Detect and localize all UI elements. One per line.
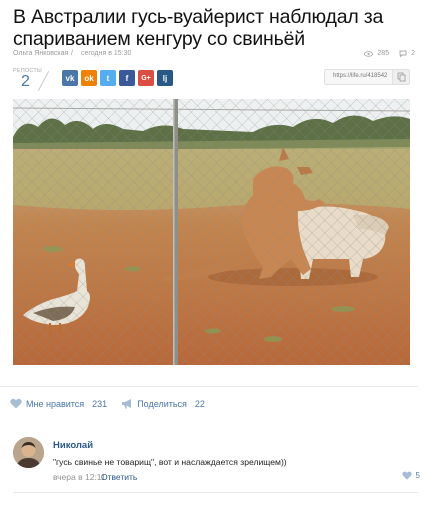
facebook-share-button[interactable]: f — [119, 70, 135, 86]
article-title: В Австралии гусь-вуайерист наблюдал за с… — [13, 6, 384, 50]
comment-icon — [399, 50, 407, 57]
article-photo — [13, 99, 410, 365]
comment-divider — [13, 492, 418, 493]
short-link-url: https://life.ru/418542 — [333, 73, 388, 79]
heart-icon — [401, 471, 412, 480]
section-divider — [0, 386, 418, 387]
copy-link-button[interactable] — [392, 70, 409, 84]
share-label: Поделиться — [137, 398, 187, 409]
twitter-share-button[interactable]: t — [100, 70, 116, 86]
copy-icon — [397, 72, 406, 82]
like-button[interactable]: Мне нравится 231 — [10, 398, 107, 409]
comment-text: "гусь свинье не товарищ", вот и наслажда… — [53, 457, 287, 467]
comment-like-button[interactable]: 5 — [401, 471, 420, 480]
livejournal-share-button[interactable]: lj — [157, 70, 173, 86]
comment-item: Николай "гусь свинье не товарищ", вот и … — [13, 437, 420, 485]
views-count: 285 — [377, 50, 390, 57]
like-count: 231 — [92, 398, 108, 409]
publish-date: сегодня в 15:30 — [81, 50, 132, 57]
comments-count[interactable]: 2 — [411, 50, 415, 57]
share-button[interactable]: Поделиться 22 — [121, 398, 205, 409]
short-link-field[interactable]: https://life.ru/418542 — [324, 69, 410, 85]
comment-time[interactable]: вчера в 12:11 — [53, 472, 106, 482]
comment-author[interactable]: Николай — [53, 440, 93, 451]
article-meta: Ольга Янковская / сегодня в 15:30 285 2 — [13, 50, 415, 62]
author-name[interactable]: Ольга Янковская — [13, 50, 68, 57]
share-count: 22 — [194, 398, 205, 409]
odnoklassniki-share-button[interactable]: ok — [81, 70, 97, 86]
reply-button[interactable]: Ответить — [101, 472, 137, 482]
heart-icon — [10, 398, 22, 409]
google-plus-share-button[interactable]: G+ — [138, 70, 154, 86]
eye-icon — [364, 50, 374, 57]
post-actions: Мне нравится 231 Поделиться 22 — [10, 398, 219, 409]
comment-like-count: 5 — [415, 471, 420, 480]
share-buttons: vk ok t f G+ lj — [62, 70, 173, 86]
avatar[interactable] — [13, 437, 44, 468]
meta-separator: / — [71, 50, 73, 57]
like-label: Мне нравится — [26, 398, 85, 409]
vk-share-button[interactable]: vk — [62, 70, 78, 86]
article-stats: 285 2 — [364, 50, 415, 57]
megaphone-icon — [122, 399, 132, 409]
